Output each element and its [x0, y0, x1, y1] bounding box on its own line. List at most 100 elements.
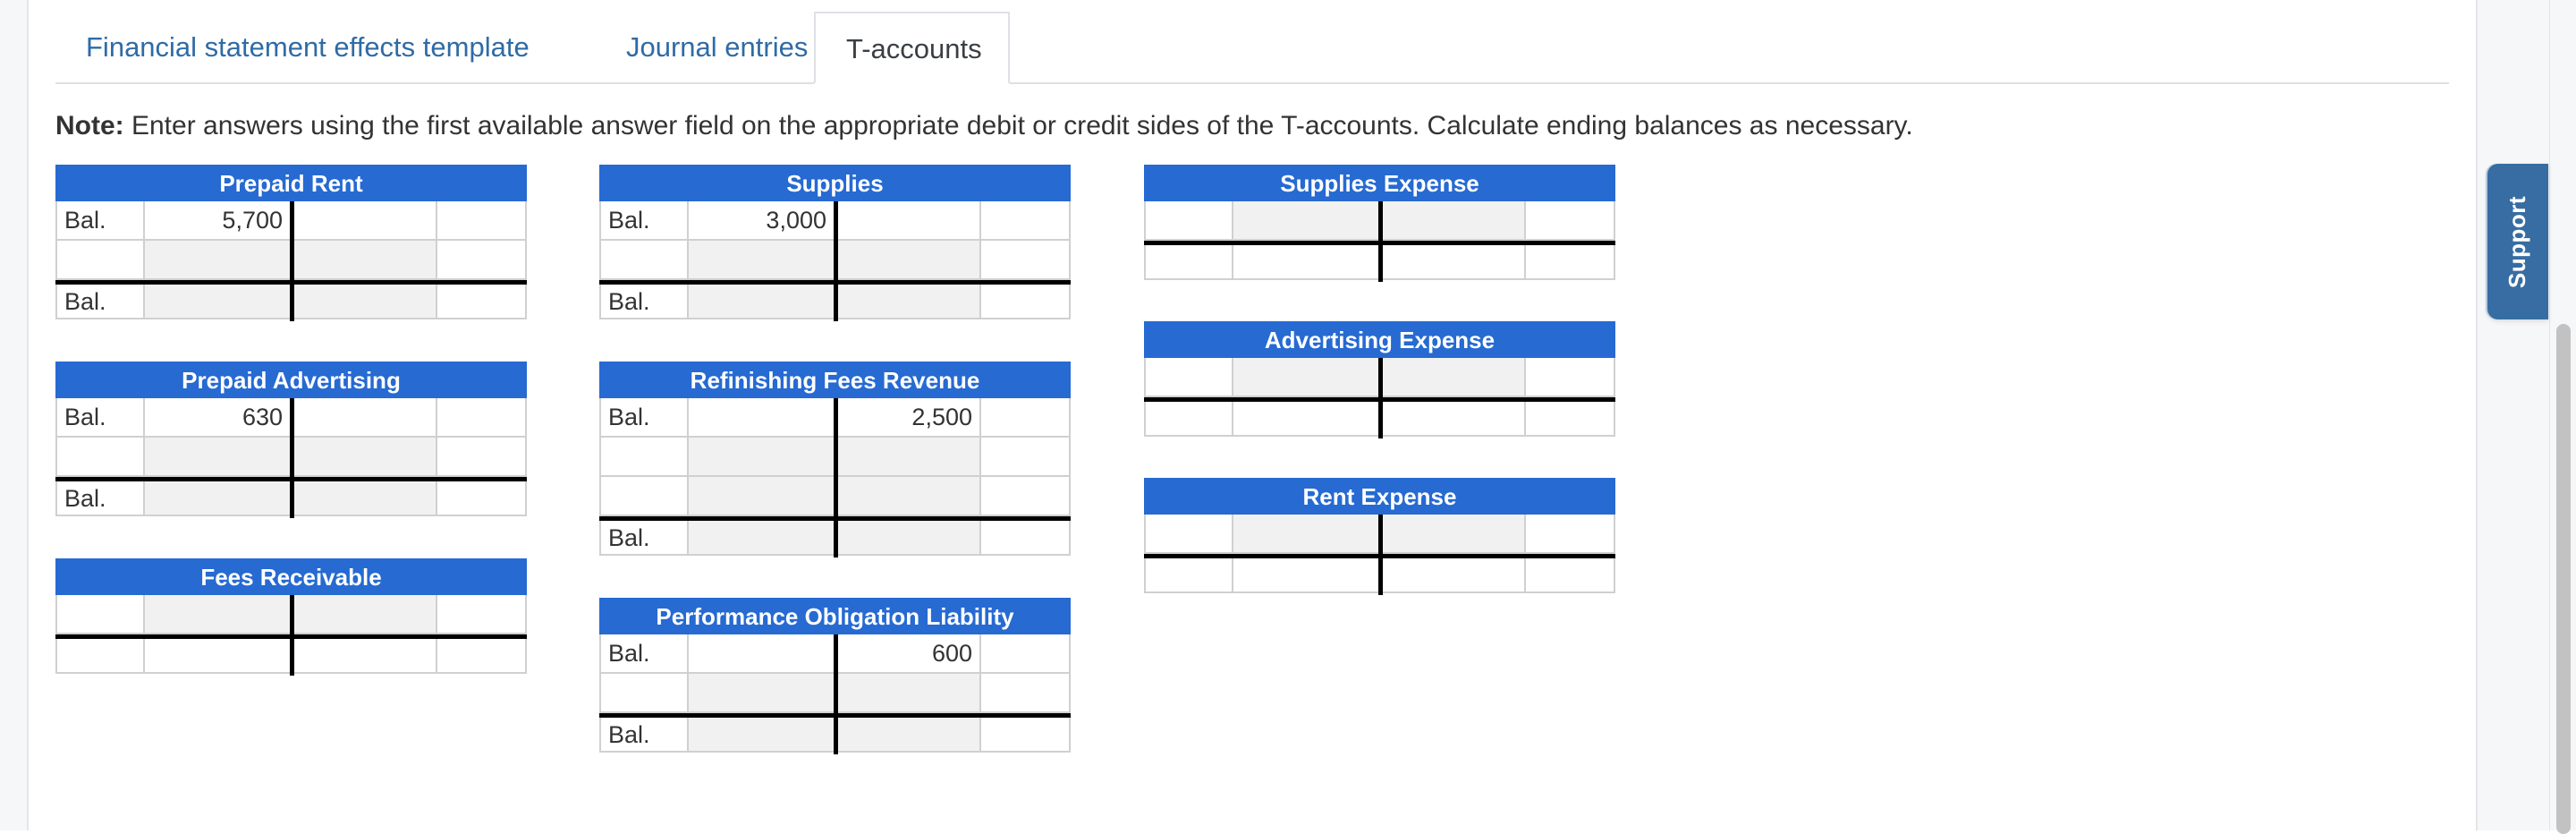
t-account-fees-receivable: Fees Receivable: [55, 558, 527, 676]
row-label: [1144, 515, 1233, 554]
credit-amount-field[interactable]: [292, 241, 437, 280]
debit-amount-field[interactable]: [689, 718, 835, 753]
row-extra: [981, 634, 1071, 674]
debit-amount-field[interactable]: [1233, 515, 1380, 554]
tab-journal-entries[interactable]: Journal entries: [596, 12, 838, 81]
debit-amount-field[interactable]: [145, 241, 292, 280]
row-extra: [437, 201, 527, 241]
debit-amount-field[interactable]: [1233, 245, 1380, 280]
credit-amount-field[interactable]: [1380, 245, 1526, 280]
tab-t-accounts[interactable]: T-accounts: [814, 12, 1010, 84]
tab-bar: Financial statement effects template Jou…: [55, 0, 2449, 84]
t-account-prepaid-rent: Prepaid Rent Bal. 5,700 Bal.: [55, 165, 527, 321]
debit-amount-field[interactable]: [1233, 402, 1380, 437]
debit-amount-field[interactable]: [1233, 201, 1380, 241]
t-account-vertical-rule: [834, 201, 838, 321]
account-title: Rent Expense: [1144, 478, 1615, 515]
credit-amount-field[interactable]: [835, 201, 981, 241]
debit-amount-field: 5,700: [145, 201, 292, 241]
credit-amount-field[interactable]: [1380, 201, 1526, 241]
credit-amount-field[interactable]: [835, 477, 981, 516]
row-extra: [981, 398, 1071, 438]
t-account-vertical-rule: [1378, 201, 1383, 282]
row-extra: [981, 477, 1071, 516]
row-label: Bal.: [599, 634, 689, 674]
row-label: [1144, 201, 1233, 241]
debit-amount-field[interactable]: [1233, 558, 1380, 593]
row-extra: [437, 241, 527, 280]
scrollbar-thumb[interactable]: [2556, 324, 2571, 834]
credit-amount-field[interactable]: [292, 481, 437, 516]
credit-amount-field[interactable]: [835, 241, 981, 280]
row-extra: [1526, 245, 1615, 280]
account-title: Fees Receivable: [55, 558, 527, 595]
credit-amount-field[interactable]: [292, 438, 437, 477]
account-title: Prepaid Rent: [55, 165, 527, 201]
credit-amount-field[interactable]: [1380, 402, 1526, 437]
credit-amount-field[interactable]: [292, 639, 437, 674]
debit-amount-field[interactable]: [689, 438, 835, 477]
row-extra: [981, 438, 1071, 477]
account-title: Refinishing Fees Revenue: [599, 362, 1071, 398]
account-title: Supplies Expense: [1144, 165, 1615, 201]
row-extra: [1526, 515, 1615, 554]
credit-amount-field[interactable]: [1380, 558, 1526, 593]
instruction-note: Note: Enter answers using the first avai…: [55, 111, 1913, 141]
account-title: Supplies: [599, 165, 1071, 201]
t-account-supplies: Supplies Bal. 3,000 Bal.: [599, 165, 1071, 321]
debit-amount-field[interactable]: [689, 674, 835, 713]
t-account-refinishing-fees-revenue: Refinishing Fees Revenue Bal. 2,500 Bal.: [599, 362, 1071, 557]
debit-amount-field[interactable]: [689, 477, 835, 516]
debit-amount-field[interactable]: [145, 639, 292, 674]
debit-amount-field[interactable]: [689, 241, 835, 280]
debit-amount-field: 3,000: [689, 201, 835, 241]
debit-amount-field[interactable]: [1233, 358, 1380, 397]
row-extra: [981, 718, 1071, 753]
account-title: Prepaid Advertising: [55, 362, 527, 398]
row-label: [599, 674, 689, 713]
credit-amount-field[interactable]: [835, 718, 981, 753]
row-label: [599, 438, 689, 477]
credit-amount-field: 2,500: [835, 398, 981, 438]
credit-amount-field[interactable]: [292, 201, 437, 241]
row-extra: [981, 674, 1071, 713]
row-extra: [437, 639, 527, 674]
row-label: [55, 438, 145, 477]
credit-amount-field[interactable]: [835, 438, 981, 477]
debit-amount-field[interactable]: [145, 595, 292, 634]
row-extra: [437, 438, 527, 477]
credit-amount-field[interactable]: [292, 595, 437, 634]
t-account-rent-expense: Rent Expense: [1144, 478, 1615, 595]
credit-amount-field[interactable]: [1380, 358, 1526, 397]
row-label: [55, 241, 145, 280]
credit-amount-field[interactable]: [835, 285, 981, 319]
support-button[interactable]: Support: [2487, 164, 2548, 319]
debit-amount-field[interactable]: [145, 285, 292, 319]
row-extra: [1526, 358, 1615, 397]
row-extra: [981, 201, 1071, 241]
row-extra: [981, 521, 1071, 556]
debit-amount-field[interactable]: [689, 521, 835, 556]
credit-amount-field[interactable]: [835, 674, 981, 713]
debit-amount-field[interactable]: [689, 634, 835, 674]
debit-amount-field[interactable]: [689, 398, 835, 438]
t-account-performance-obligation-liability: Performance Obligation Liability Bal. 600 B…: [599, 598, 1071, 754]
row-label: [55, 639, 145, 674]
debit-amount-field[interactable]: [145, 481, 292, 516]
credit-amount-field[interactable]: [1380, 515, 1526, 554]
row-extra: [437, 285, 527, 319]
credit-amount-field: 600: [835, 634, 981, 674]
tab-financial-statement-effects-template[interactable]: Financial statement effects template: [55, 12, 560, 81]
row-label: [1144, 358, 1233, 397]
debit-amount-field[interactable]: [145, 438, 292, 477]
row-label: [1144, 558, 1233, 593]
credit-amount-field[interactable]: [292, 285, 437, 319]
credit-amount-field[interactable]: [292, 398, 437, 438]
credit-amount-field[interactable]: [835, 521, 981, 556]
row-extra: [437, 481, 527, 516]
debit-amount-field[interactable]: [689, 285, 835, 319]
row-extra: [437, 398, 527, 438]
row-label: Bal.: [55, 285, 145, 319]
row-extra: [1526, 402, 1615, 437]
row-extra: [1526, 558, 1615, 593]
